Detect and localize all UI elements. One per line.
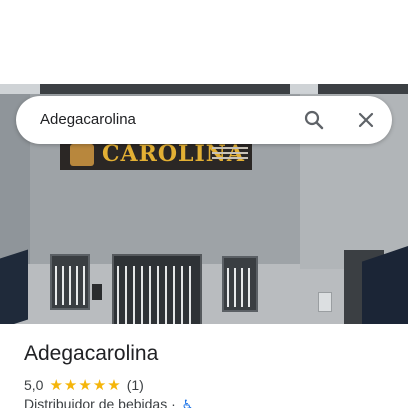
store-sign-subtext xyxy=(212,144,248,164)
rating-row[interactable]: 5,0 ★ ★ ★ ★ ★ (1) xyxy=(24,376,144,394)
search-icon[interactable] xyxy=(302,108,326,132)
photo-door xyxy=(112,254,202,324)
photo-banner-text xyxy=(368,322,402,324)
rating-stars: ★ ★ ★ ★ ★ xyxy=(49,375,121,394)
search-bar[interactable]: Adegacarolina xyxy=(16,96,392,144)
star-icon: ★ xyxy=(107,375,121,394)
wheelchair-icon: ♿ xyxy=(181,398,194,408)
search-input[interactable]: Adegacarolina xyxy=(40,111,136,128)
beer-mug-logo xyxy=(70,144,94,166)
star-icon: ★ xyxy=(92,375,107,394)
place-page: CAROLINA Adegacarolina Adegacarolina 5,0… xyxy=(0,0,408,408)
photo-banner-left xyxy=(0,249,28,324)
star-icon: ★ xyxy=(78,375,92,394)
place-category: Distribuidor de bebidas xyxy=(24,396,168,408)
category-separator: · xyxy=(171,396,176,408)
close-icon[interactable] xyxy=(354,108,378,132)
review-count[interactable]: (1) xyxy=(127,377,144,393)
photo-meter xyxy=(318,292,332,312)
category-row: Distribuidor de bebidas · ♿ xyxy=(24,396,193,408)
star-icon: ★ xyxy=(49,375,63,394)
photo-window-left xyxy=(50,254,90,310)
star-icon: ★ xyxy=(63,375,78,394)
photo-window-right xyxy=(222,256,258,312)
photo-mailbox xyxy=(92,284,102,300)
place-title: Adegacarolina xyxy=(24,342,159,365)
rating-value: 5,0 xyxy=(24,377,44,393)
